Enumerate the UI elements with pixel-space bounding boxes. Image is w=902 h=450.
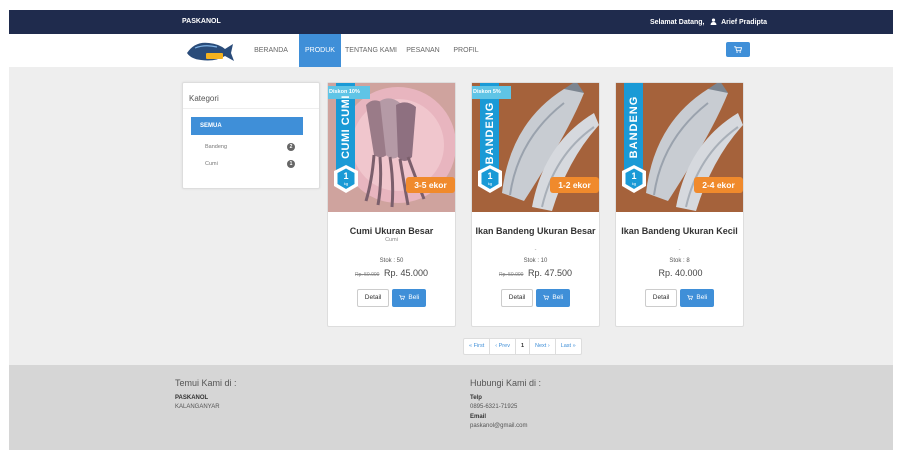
category-count-badge: 1	[287, 160, 295, 168]
site-logo[interactable]	[185, 40, 235, 62]
footer-email[interactable]: paskanol@gmail.com	[470, 423, 527, 429]
product-price: Rp. 50.000 Rp. 45.000	[328, 268, 455, 278]
product-category: -	[678, 247, 681, 253]
buy-label: Beli	[552, 294, 564, 301]
product-stock: Stok : 50	[379, 258, 404, 264]
weight-unit: kg	[487, 181, 493, 186]
pagination-first[interactable]: « First	[464, 339, 491, 354]
old-price: Rp. 50.000	[354, 272, 380, 278]
product-banner: BANDENG	[480, 91, 499, 165]
buy-button[interactable]: Beli	[392, 289, 427, 307]
product-card: BANDENG 1 kg 2-4 ekor Ikan Bandeng Ukura…	[615, 82, 744, 327]
pagination-last[interactable]: Last »	[556, 339, 581, 354]
weight-badge: 1 kg	[624, 171, 644, 189]
divider	[183, 108, 319, 109]
detail-button[interactable]: Detail	[500, 289, 534, 307]
product-actions: Detail Beli	[472, 289, 599, 307]
category-count-badge: 2	[287, 143, 295, 151]
cart-button[interactable]	[726, 42, 750, 57]
buy-button[interactable]: Beli	[536, 289, 571, 307]
brand-name: PASKANOL	[182, 18, 221, 25]
buy-button[interactable]: Beli	[680, 289, 715, 307]
product-image[interactable]: Diskon 10% CUMI CUMI 1 kg 3-5 ekor	[328, 83, 455, 212]
nav-tentang-kami[interactable]: TENTANG KAMI	[342, 34, 400, 67]
welcome-text: Selamat Datang,	[650, 19, 705, 26]
category-title: Kategori	[189, 94, 219, 103]
footer-telp: 0895-6321-71925	[470, 404, 518, 410]
footer-telp-label: Telp	[470, 395, 482, 401]
category-sidebar: Kategori SEMUA Bandeng 2 Cumi 1	[182, 82, 320, 189]
weight-badge: 1 kg	[336, 171, 356, 189]
nav-pesanan[interactable]: PESANAN	[401, 34, 445, 67]
banner-text: CUMI CUMI	[340, 95, 352, 159]
product-category: Cumi	[385, 237, 398, 243]
current-price: Rp. 45.000	[383, 268, 429, 278]
cart-icon	[734, 46, 742, 53]
product-name[interactable]: Ikan Bandeng Ukuran Kecil	[616, 226, 743, 236]
category-item-bandeng[interactable]: Bandeng 2	[191, 139, 303, 155]
product-banner: CUMI CUMI	[336, 91, 355, 163]
size-tag: 1-2 ekor	[558, 180, 591, 190]
product-category: -	[534, 247, 537, 253]
top-bar: PASKANOL Selamat Datang, Arief Pradipta	[9, 10, 893, 34]
weight-value: 1	[631, 171, 637, 181]
product-card: Diskon 5% BANDENG 1 kg 1-2 ekor Ikan Ban…	[471, 82, 600, 327]
category-all[interactable]: SEMUA	[191, 117, 303, 135]
pagination-next[interactable]: Next ›	[530, 339, 556, 354]
detail-button[interactable]: Detail	[356, 289, 390, 307]
product-banner: BANDENG	[624, 91, 643, 163]
product-price: Rp. 50.000 Rp. 47.500	[472, 268, 599, 278]
product-image[interactable]: BANDENG 1 kg 2-4 ekor	[616, 83, 743, 212]
cart-icon	[543, 294, 550, 300]
footer-location-title: Temui Kami di :	[175, 378, 237, 388]
footer-company-name: PASKANOL	[175, 395, 209, 401]
cart-icon	[687, 294, 694, 300]
weight-badge: 1 kg	[480, 171, 500, 189]
cart-icon	[399, 294, 406, 300]
footer-address: KALANGANYAR	[175, 404, 220, 410]
pagination: « First ‹ Prev 1 Next › Last »	[463, 338, 582, 355]
current-price: Rp. 40.000	[658, 268, 703, 278]
size-tag: 2-4 ekor	[702, 180, 735, 190]
buy-label: Beli	[408, 294, 420, 301]
main-content: Kategori SEMUA Bandeng 2 Cumi 1 Diskon 1…	[9, 67, 893, 365]
weight-value: 1	[343, 171, 349, 181]
footer-email-label: Email	[470, 414, 487, 420]
main-navbar: BERANDA PRODUK TENTANG KAMI PESANAN PROF…	[9, 34, 893, 67]
pagination-current[interactable]: 1	[516, 339, 531, 354]
current-price: Rp. 47.500	[527, 268, 573, 278]
user-icon	[710, 18, 717, 25]
banner-text: BANDENG	[484, 101, 496, 165]
detail-button[interactable]: Detail	[644, 289, 678, 307]
weight-value: 1	[487, 171, 493, 181]
category-label: Bandeng	[205, 144, 228, 150]
banner-text: BANDENG	[628, 95, 640, 159]
nav-profil[interactable]: PROFIL	[446, 34, 486, 67]
buy-label: Beli	[696, 294, 708, 301]
weight-unit: kg	[343, 181, 349, 186]
category-label: Cumi	[205, 161, 218, 167]
product-actions: Detail Beli	[616, 289, 743, 307]
product-stock: Stok : 10	[523, 258, 548, 264]
size-tag: 3-5 ekor	[414, 180, 447, 190]
welcome-message: Selamat Datang, Arief Pradipta	[650, 18, 767, 26]
pagination-prev[interactable]: ‹ Prev	[490, 339, 516, 354]
product-name[interactable]: Ikan Bandeng Ukuran Besar	[472, 226, 599, 236]
product-image[interactable]: Diskon 5% BANDENG 1 kg 1-2 ekor	[472, 83, 599, 212]
product-actions: Detail Beli	[328, 289, 455, 307]
weight-unit: kg	[631, 181, 637, 186]
user-name[interactable]: Arief Pradipta	[721, 19, 767, 26]
product-card: Diskon 10% CUMI CUMI 1 kg 3-5 ekor Cumi …	[327, 82, 456, 327]
category-item-cumi[interactable]: Cumi 1	[191, 156, 303, 172]
nav-beranda[interactable]: BERANDA	[246, 34, 296, 67]
footer-contact-title: Hubungi Kami di :	[470, 378, 542, 388]
product-price: Rp. 40.000	[616, 268, 743, 278]
old-price: Rp. 50.000	[498, 272, 524, 278]
product-stock: Stok : 8	[669, 258, 690, 264]
footer: Temui Kami di : PASKANOL KALANGANYAR Hub…	[9, 365, 893, 450]
nav-produk[interactable]: PRODUK	[299, 34, 341, 67]
product-name[interactable]: Cumi Ukuran Besar	[328, 226, 455, 236]
